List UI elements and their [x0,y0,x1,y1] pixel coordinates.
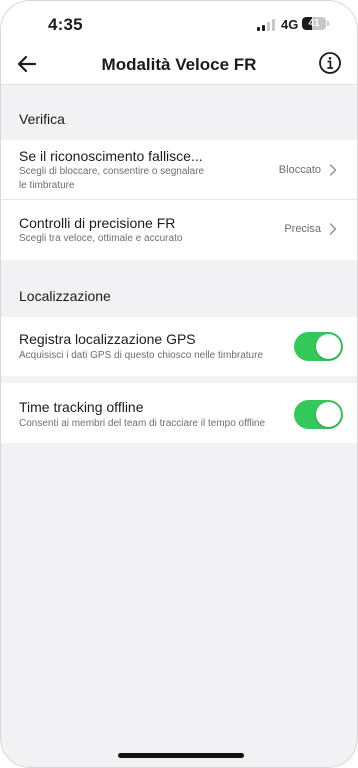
home-indicator[interactable] [118,753,244,758]
page-title: Modalità Veloce FR [101,55,257,74]
row-value: Precisa [284,223,321,235]
list-item-precision-checks[interactable]: Controlli di precisione FR Scegli tra ve… [1,200,357,260]
localizzazione-group: Registra localizzazione GPS Acquisisci i… [1,317,357,443]
chevron-right-icon [329,164,337,176]
row-value: Bloccato [278,164,321,176]
row-title: Se il riconoscimento fallisce... [19,148,203,164]
phone-screen: 4:35 4G 41 Modalità Veloce FR Verifica S… [0,0,358,768]
list-item-offline-tracking: Time tracking offline Consenti ai membri… [1,383,357,443]
row-title: Controlli di precisione FR [19,215,176,231]
group-gap [1,376,357,383]
signal-bar [272,19,275,31]
network-type: 4G [281,17,299,32]
battery-percent: 41 [308,18,320,29]
signal-icon [257,19,275,31]
nav-bar: Modalità Veloce FR [1,47,357,85]
info-circle-icon[interactable] [318,51,342,75]
row-subtitle: Acquisisci i dati GPS di questo chiosco … [19,350,264,361]
signal-bar [267,22,270,31]
arrow-left-icon[interactable] [15,52,39,76]
section-header-localizzazione: Localizzazione [19,288,111,304]
toggle-knob [316,334,341,359]
chevron-right-icon [329,223,337,235]
verifica-group: Se il riconoscimento fallisce... Scegli … [1,140,357,260]
row-subtitle: Consenti ai membri del team di tracciare… [19,418,266,429]
section-header-verifica: Verifica [19,111,65,127]
toggle-knob [316,402,341,427]
offline-tracking-toggle[interactable] [294,400,343,429]
signal-bar [257,27,260,31]
row-subtitle: Scegli di bloccare, consentire o segnala… [19,166,205,177]
signal-bar [262,25,265,31]
gps-toggle[interactable] [294,332,343,361]
battery-icon: 41 [302,17,326,30]
row-title: Registra localizzazione GPS [19,331,196,347]
row-title: Time tracking offline [19,399,144,415]
battery-tip [327,21,329,26]
list-item-gps-location: Registra localizzazione GPS Acquisisci i… [1,317,357,377]
status-bar: 4:35 4G 41 [1,1,357,47]
list-item-recognition-failure[interactable]: Se il riconoscimento fallisce... Scegli … [1,140,357,200]
row-subtitle: le timbrature [19,180,75,191]
row-subtitle: Scegli tra veloce, ottimale e accurato [19,233,183,244]
status-time: 4:35 [48,15,83,34]
